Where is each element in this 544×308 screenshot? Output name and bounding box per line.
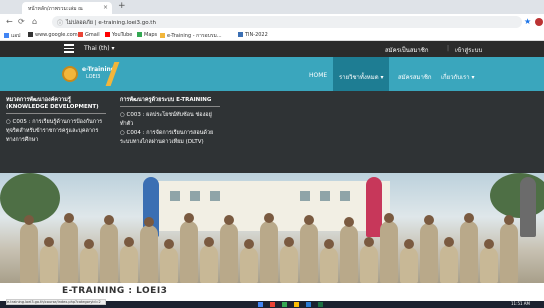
- page-icon: [238, 32, 243, 37]
- course-link-c004[interactable]: ○ C004 : การจัดการเรียนการสอนด้วยระบบทาง…: [120, 129, 220, 147]
- person: [400, 239, 418, 283]
- app-icon[interactable]: [258, 302, 263, 307]
- window: [190, 191, 200, 201]
- bookmark-gmail[interactable]: Gmail: [78, 32, 100, 38]
- person: [300, 215, 318, 283]
- hero-group-photo: [0, 173, 544, 283]
- person: [380, 213, 398, 283]
- person: [360, 237, 378, 283]
- person: [20, 215, 38, 283]
- person: [500, 215, 518, 283]
- divider: [120, 106, 220, 107]
- nav-all-courses[interactable]: รายวิชาทั้งหมด ▾: [339, 72, 384, 82]
- status-link-preview: e-training.loei3.go.th/course/index.php?…: [6, 299, 106, 305]
- window: [300, 191, 310, 201]
- close-tab-icon[interactable]: ×: [103, 4, 108, 11]
- url-text: ไม่ปลอดภัย | e-training.loei3.go.th: [66, 20, 156, 26]
- maps-icon: [137, 32, 142, 37]
- separator: |: [447, 45, 450, 52]
- bookmark-tin[interactable]: TIN-2022: [238, 32, 268, 38]
- app-icon[interactable]: [270, 302, 275, 307]
- dropdown-column-etraining: การพัฒนาครูด้วยระบบ E-TRAINING ○ C003 : …: [120, 97, 220, 147]
- person: [280, 237, 298, 283]
- page-icon: [28, 32, 33, 37]
- person: [80, 239, 98, 283]
- category-heading[interactable]: หมวดการพัฒนาองค์ความรู้ (KNOWLEDGE DEVEL…: [6, 97, 112, 111]
- bookmarks-bar: แอป www.google.com Gmail YouTube Maps e-…: [0, 30, 544, 41]
- brand-sub: LOEI3: [86, 74, 101, 80]
- new-tab-button[interactable]: +: [118, 1, 126, 11]
- person: [340, 217, 358, 283]
- home-icon[interactable]: ⌂: [32, 17, 37, 26]
- window: [210, 191, 220, 201]
- signup-link[interactable]: สมัครเป็นสมาชิก: [385, 45, 429, 55]
- site-icon: [160, 33, 165, 38]
- person: [40, 237, 58, 283]
- language-select[interactable]: Thai (th) ▾: [84, 45, 114, 52]
- person: [120, 237, 138, 283]
- person: [460, 213, 478, 283]
- person: [180, 213, 198, 283]
- apps-icon: [4, 33, 9, 38]
- course-link-c005[interactable]: ○ C005 : การเรียนรู้ด้านการป้องกันการทุจ…: [6, 118, 112, 145]
- person: [240, 239, 258, 283]
- nav-register[interactable]: สมัครสมาชิก: [398, 72, 432, 82]
- bookmark-youtube[interactable]: YouTube: [105, 32, 132, 38]
- youtube-icon: [105, 32, 110, 37]
- address-bar-row: ← ⟳ ⌂ ⓘ ไม่ปลอดภัย | e-training.loei3.go…: [0, 14, 544, 30]
- person: [420, 215, 438, 283]
- divider: [6, 113, 106, 114]
- bookmark-star-icon[interactable]: ★: [524, 17, 531, 26]
- person: [440, 237, 458, 283]
- info-icon[interactable]: ⓘ: [57, 18, 63, 27]
- nav-about[interactable]: เกี่ยวกับเรา ▾: [441, 72, 475, 82]
- browser-tab[interactable]: หน้าหลัก/ภาพรวม:เล่ม ณ ×: [22, 2, 112, 14]
- tab-title: หน้าหลัก/ภาพรวม:เล่ม ณ: [28, 6, 83, 12]
- bookmark-etraining[interactable]: e-Training - การอบรม...: [160, 32, 222, 40]
- site-logo-icon[interactable]: [62, 66, 78, 82]
- app-icon[interactable]: [282, 302, 287, 307]
- tab-strip: หน้าหลัก/ภาพรวม:เล่ม ณ × +: [0, 0, 544, 14]
- courses-dropdown: หมวดการพัฒนาองค์ความรู้ (KNOWLEDGE DEVEL…: [0, 91, 544, 173]
- app-icon[interactable]: [294, 302, 299, 307]
- back-icon[interactable]: ←: [6, 17, 13, 26]
- person: [60, 213, 78, 283]
- category-heading[interactable]: การพัฒนาครูด้วยระบบ E-TRAINING: [120, 97, 220, 104]
- bookmark-maps[interactable]: Maps: [137, 32, 157, 38]
- window: [320, 191, 330, 201]
- person: [320, 239, 338, 283]
- dropdown-column-knowledge: หมวดการพัฒนาองค์ความรู้ (KNOWLEDGE DEVEL…: [6, 97, 112, 145]
- profile-avatar[interactable]: [535, 18, 543, 26]
- gmail-icon: [78, 32, 83, 37]
- window: [340, 191, 350, 201]
- app-icon[interactable]: [318, 302, 323, 307]
- nav-home[interactable]: HOME: [309, 72, 327, 79]
- person: [480, 239, 498, 283]
- person: [260, 213, 278, 283]
- person: [220, 215, 238, 283]
- person: [100, 215, 118, 283]
- app-icon[interactable]: [306, 302, 311, 307]
- url-input[interactable]: ⓘ ไม่ปลอดภัย | e-training.loei3.go.th: [52, 16, 522, 28]
- person: [200, 237, 218, 283]
- person: [160, 239, 178, 283]
- course-link-c003[interactable]: ○ C003 : ผลประโยชน์ทับซ้อน ช่องอยู่ทำตัว: [120, 111, 220, 129]
- browser-window: หน้าหลัก/ภาพรวม:เล่ม ณ × + ← ⟳ ⌂ ⓘ ไม่ปล…: [0, 0, 544, 308]
- reload-icon[interactable]: ⟳: [18, 17, 25, 26]
- window: [170, 191, 180, 201]
- person: [140, 217, 158, 283]
- bookmark-google[interactable]: www.google.com: [28, 32, 78, 38]
- ghost-mask-statue: [520, 177, 536, 237]
- menu-icon[interactable]: [64, 44, 74, 53]
- page-title: E-TRAINING : LOEI3: [62, 286, 168, 296]
- login-link[interactable]: เข้าสู่ระบบ: [455, 45, 482, 55]
- bookmark-apps[interactable]: แอป: [4, 32, 20, 40]
- site-top-bar: Thai (th) ▾ สมัครเป็นสมาชิก | เข้าสู่ระบ…: [0, 41, 544, 57]
- taskbar-clock: 11:51 AM: [511, 301, 530, 306]
